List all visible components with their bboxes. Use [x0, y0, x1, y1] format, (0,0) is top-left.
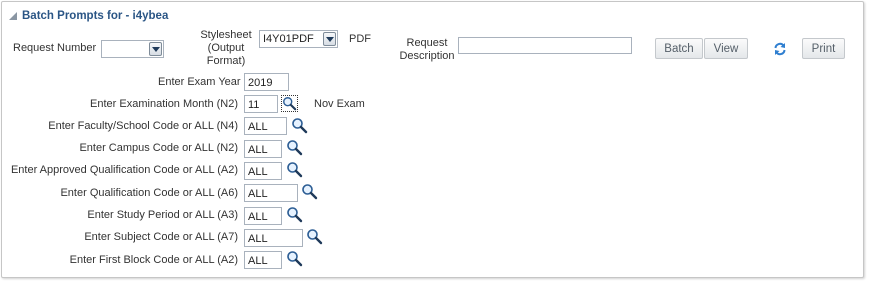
stylesheet-label-line1: Stylesheet — [200, 29, 252, 41]
request-number-label: Request Number — [13, 42, 97, 54]
view-button[interactable]: View — [704, 38, 748, 59]
prompt-label-faculty-code: Enter Faculty/School Code or ALL (N4) — [48, 120, 238, 132]
magnifier-icon[interactable] — [281, 95, 298, 112]
prompt-label-exam-month: Enter Examination Month (N2) — [90, 98, 238, 110]
qualification-code-input[interactable]: ALL — [244, 184, 298, 202]
exam-month-input[interactable]: 11 — [244, 95, 278, 113]
approved-qualification-input[interactable]: ALL — [244, 162, 282, 180]
magnifier-icon[interactable] — [301, 183, 318, 200]
prompt-label-subject-code: Enter Subject Code or ALL (A7) — [84, 231, 238, 243]
magnifier-icon[interactable] — [291, 117, 308, 134]
exam-month-note: Nov Exam — [314, 98, 365, 110]
magnifier-icon[interactable] — [286, 206, 303, 223]
prompt-label-qualification-code: Enter Qualification Code or ALL (A6) — [60, 187, 238, 199]
refresh-icon[interactable] — [773, 42, 787, 56]
output-format-text: PDF — [349, 33, 371, 45]
print-button[interactable]: Print — [802, 38, 845, 59]
stylesheet-select[interactable]: I4Y01PDF — [259, 30, 338, 48]
stylesheet-label-line2: (Output — [207, 42, 245, 54]
magnifier-icon[interactable] — [286, 161, 303, 178]
campus-code-input[interactable]: ALL — [244, 140, 282, 158]
first-block-code-input[interactable]: ALL — [244, 251, 282, 269]
request-number-select[interactable] — [101, 40, 164, 58]
request-description-label: Request Description — [389, 37, 465, 63]
prompt-label-campus-code: Enter Campus Code or ALL (N2) — [79, 142, 238, 154]
exam-year-input[interactable]: 2019 — [244, 73, 289, 91]
triangle-collapse-icon[interactable] — [8, 11, 18, 21]
request-description-label-line2: Description — [399, 50, 455, 62]
magnifier-icon[interactable] — [286, 250, 303, 267]
batch-button[interactable]: Batch — [655, 38, 703, 59]
magnifier-icon[interactable] — [286, 139, 303, 156]
magnifier-icon[interactable] — [306, 228, 323, 245]
request-description-input[interactable] — [458, 37, 632, 54]
batch-prompts-panel: Batch Prompts for - i4ybea Request Numbe… — [1, 1, 864, 278]
chevron-down-icon[interactable] — [149, 42, 162, 56]
request-description-label-line1: Request — [406, 37, 448, 49]
study-period-input[interactable]: ALL — [244, 207, 282, 225]
prompt-label-first-block-code: Enter First Block Code or ALL (A2) — [69, 254, 238, 266]
prompt-label-approved-qualification: Enter Approved Qualification Code or ALL… — [10, 164, 238, 176]
stylesheet-value: I4Y01PDF — [263, 33, 314, 45]
prompt-label-study-period: Enter Study Period or ALL (A3) — [87, 209, 238, 221]
chevron-down-icon[interactable] — [323, 32, 336, 46]
panel-title: Batch Prompts for - i4ybea — [22, 10, 169, 22]
stylesheet-label: Stylesheet (Output Format) — [195, 29, 257, 68]
panel-header[interactable]: Batch Prompts for - i4ybea — [8, 8, 168, 24]
subject-code-input[interactable]: ALL — [244, 229, 303, 247]
stylesheet-label-line3: Format) — [206, 55, 246, 67]
faculty-code-input[interactable]: ALL — [244, 117, 287, 135]
